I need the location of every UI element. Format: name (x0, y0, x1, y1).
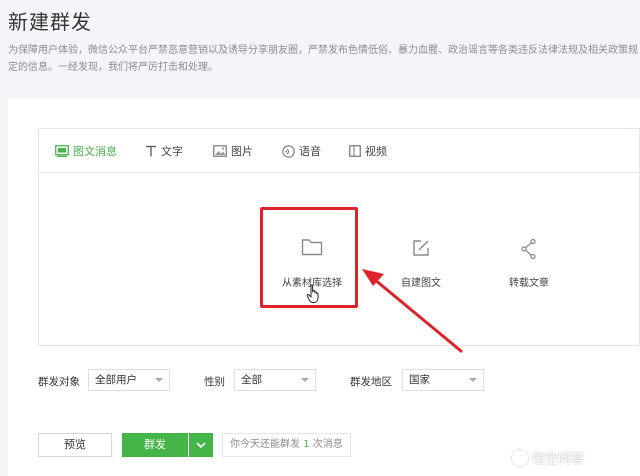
send-options-button[interactable] (189, 433, 213, 457)
chevron-down-icon (469, 378, 477, 382)
choice-label: 自建图文 (401, 278, 441, 289)
watermark-text: 悟空问答 (532, 452, 585, 467)
region-label: 群发地区 (350, 376, 392, 388)
chevron-down-icon (155, 378, 163, 382)
tab-video[interactable]: 视频 (349, 143, 387, 159)
quota-count: 1 (303, 439, 310, 450)
choice-label: 转载文章 (509, 278, 549, 289)
gender-label: 性别 (204, 376, 225, 388)
send-button[interactable]: 群发 (122, 433, 188, 457)
watermark-logo-icon (512, 449, 528, 466)
quota-prefix: 你今天还能群发 (230, 439, 300, 450)
watermark: 悟空问答 (512, 448, 584, 467)
gender-select-value: 全部 (241, 374, 262, 386)
message-editor: 图文消息 文字 图片 语音 视频 从素材库选择 自建图文 转载文章 (38, 128, 640, 346)
text-icon (146, 145, 156, 157)
tab-label: 图文消息 (73, 145, 117, 158)
tab-label: 视频 (365, 145, 387, 158)
repost-article[interactable]: 转载文章 (483, 211, 575, 307)
target-label: 群发对象 (38, 376, 80, 388)
hand-cursor-icon (306, 284, 319, 303)
tab-label: 语音 (299, 145, 321, 158)
preview-button[interactable]: 预览 (38, 433, 112, 457)
tab-picture[interactable]: 图片 (213, 143, 253, 159)
tab-label: 文字 (161, 145, 183, 158)
create-article[interactable]: 自建图文 (375, 211, 467, 307)
gender-select[interactable]: 全部 (234, 369, 316, 391)
folder-icon (301, 239, 323, 256)
message-type-tabs: 图文消息 文字 图片 语音 视频 (39, 129, 639, 173)
tab-image-text[interactable]: 图文消息 (55, 143, 117, 159)
image-text-icon (55, 145, 69, 157)
policy-notice: 为保障用户体验，微信公众平台严禁恶意营销以及诱导分享朋友圈，严禁发布色情低俗、暴… (8, 45, 638, 73)
chevron-down-icon (301, 378, 309, 382)
send-quota: 你今天还能群发 1 次消息 (222, 433, 351, 457)
quota-suffix: 次消息 (312, 439, 343, 450)
voice-icon (282, 144, 295, 158)
edit-icon (413, 240, 429, 256)
region-select-value: 国家 (409, 374, 430, 386)
target-select-value: 全部用户 (95, 374, 137, 386)
page-title: 新建群发 (8, 10, 92, 34)
target-select[interactable]: 全部用户 (88, 369, 170, 391)
region-select[interactable]: 国家 (402, 369, 484, 391)
tab-label: 图片 (231, 145, 253, 158)
tab-voice[interactable]: 语音 (282, 143, 321, 159)
share-icon (521, 238, 536, 260)
chevron-down-icon (196, 442, 206, 448)
tab-text[interactable]: 文字 (145, 143, 183, 159)
video-icon (349, 145, 361, 157)
picture-icon (213, 145, 227, 157)
